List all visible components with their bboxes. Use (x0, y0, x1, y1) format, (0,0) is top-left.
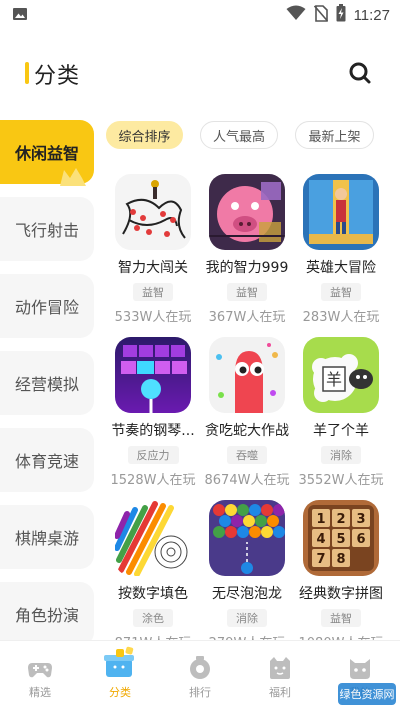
gamepad-icon (28, 663, 52, 678)
game-card[interactable]: 羊 羊了个羊 消除 3552W人在玩 (294, 337, 388, 488)
game-name: 节奏的钢琴... (111, 423, 195, 439)
game-tag: 吞噬 (227, 446, 267, 464)
filter-newest[interactable]: 最新上架 (295, 121, 374, 149)
game-tag: 消除 (321, 446, 361, 464)
status-time: 11:27 (353, 6, 390, 24)
game-name: 无尽泡泡龙 (212, 586, 282, 602)
nav-featured[interactable]: 精选 (0, 641, 80, 711)
bottom-navigation: 精选 分类 排行 福利 绿色资源网 (0, 640, 400, 711)
nav-label: 福利 (269, 686, 291, 699)
rank-medal-icon (190, 656, 210, 679)
game-card[interactable]: 1 2 3 4 5 6 7 8 经典数字拼图 益智 1080W人在玩 (294, 500, 388, 651)
no-sim-icon (313, 4, 328, 26)
game-card[interactable]: 英雄大冒险 益智 283W人在玩 (294, 174, 388, 325)
game-name: 羊了个羊 (313, 423, 369, 439)
game-card[interactable]: 贪吃蛇大作战 吞噬 8674W人在玩 (200, 337, 294, 488)
cat-ears-icon (60, 168, 86, 186)
profile-cat-icon (350, 659, 370, 679)
puzzle-tile-4: 4 (316, 532, 325, 547)
bubble-shooter-game-icon (209, 500, 285, 576)
sidebar-item-label: 动作冒险 (14, 298, 79, 317)
page-title: 分类 (34, 64, 81, 89)
puzzle-tile-5: 5 (336, 532, 345, 547)
snake-game-icon (209, 337, 285, 413)
category-sidebar: 休闲益智 飞行射击 动作冒险 经营模拟 体育竞速 棋牌桌游 角色扮演 (0, 120, 94, 640)
sidebar-item-role-playing[interactable]: 角色扮演 (0, 582, 94, 640)
color-by-number-game-icon (115, 500, 191, 576)
game-tag: 益智 (133, 283, 173, 301)
game-card[interactable]: 我的智力999 益智 367W人在玩 (200, 174, 294, 325)
title-accent-bar (25, 62, 29, 84)
game-card[interactable]: 节奏的钢琴... 反应力 1528W人在玩 (106, 337, 200, 488)
sidebar-item-label: 角色扮演 (14, 606, 79, 625)
puzzle-tile-3: 3 (356, 512, 365, 527)
sidebar-item-label: 经营模拟 (14, 375, 79, 394)
puzzle-tile-7: 7 (316, 552, 325, 567)
game-tag: 消除 (227, 609, 267, 627)
puzzle-tile-1: 1 (316, 512, 325, 527)
game-card[interactable]: 按数字填色 涂色 871W人在玩 (106, 500, 200, 651)
game-name: 英雄大冒险 (306, 260, 376, 276)
sheep-tile-text: 羊 (326, 370, 342, 389)
gift-icon (270, 657, 290, 679)
site-watermark: 绿色资源网 (338, 683, 396, 705)
nav-ranking[interactable]: 排行 (160, 641, 240, 711)
sidebar-item-label: 休闲益智 (14, 144, 79, 163)
nav-label: 分类 (109, 686, 131, 699)
nav-label: 排行 (189, 686, 211, 699)
image-icon (12, 6, 28, 26)
game-play-count: 8674W人在玩 (204, 473, 290, 488)
game-play-count: 367W人在玩 (208, 310, 286, 325)
sidebar-item-label: 体育竞速 (14, 452, 79, 471)
nav-welfare[interactable]: 福利 (240, 641, 320, 711)
game-play-count: 3552W人在玩 (298, 473, 384, 488)
app-screen: 11:27 分类 休闲益智 飞行射击 动作冒险 经营模拟 体育竞速 棋牌桌游 角… (0, 0, 400, 711)
game-name: 按数字填色 (118, 586, 188, 602)
filter-comprehensive[interactable]: 综合排序 (106, 121, 183, 149)
game-tag: 益智 (321, 609, 361, 627)
wifi-icon (286, 5, 306, 25)
game-play-count: 283W人在玩 (302, 310, 380, 325)
page-header: 分类 (0, 50, 400, 94)
puzzle-tile-8: 8 (336, 552, 345, 567)
sidebar-item-label: 飞行射击 (14, 221, 79, 240)
game-name: 贪吃蛇大作战 (205, 423, 289, 439)
pig-puzzle-game-icon (209, 174, 285, 250)
sidebar-item-board-card[interactable]: 棋牌桌游 (0, 505, 94, 569)
game-play-count: 533W人在玩 (114, 310, 192, 325)
sidebar-item-sports-racing[interactable]: 体育竞速 (0, 428, 94, 492)
sidebar-item-casual-puzzle[interactable]: 休闲益智 (0, 120, 94, 186)
battery-charging-icon (336, 4, 346, 26)
status-bar: 11:27 (0, 0, 400, 28)
sidebar-item-label: 棋牌桌游 (14, 529, 79, 548)
sidebar-item-business-sim[interactable]: 经营模拟 (0, 351, 94, 415)
sidebar-item-action-adventure[interactable]: 动作冒险 (0, 274, 94, 338)
puzzle-tile-2: 2 (336, 512, 345, 527)
game-tag: 益智 (227, 283, 267, 301)
game-card[interactable]: 无尽泡泡龙 消除 279W人在玩 (200, 500, 294, 651)
nav-label: 精选 (29, 686, 51, 699)
game-name: 我的智力999 (205, 260, 289, 276)
game-tag: 反应力 (127, 446, 179, 464)
game-name: 经典数字拼图 (299, 586, 383, 602)
search-icon[interactable] (348, 61, 372, 85)
game-card[interactable]: 智力大闯关 益智 533W人在玩 (106, 174, 200, 325)
maze-game-icon (115, 174, 191, 250)
game-tag: 涂色 (133, 609, 173, 627)
game-name: 智力大闯关 (118, 260, 188, 276)
puzzle-tile-6: 6 (356, 532, 365, 547)
filter-most-popular[interactable]: 人气最高 (200, 121, 278, 149)
game-tag: 益智 (321, 283, 361, 301)
number-puzzle-game-icon: 1 2 3 4 5 6 7 8 (303, 500, 379, 576)
hero-adventure-game-icon (303, 174, 379, 250)
sidebar-item-flight-shooting[interactable]: 飞行射击 (0, 197, 94, 261)
game-play-count: 1528W人在玩 (110, 473, 196, 488)
category-box-icon (104, 646, 134, 677)
sheep-game-icon: 羊 (303, 337, 379, 413)
piano-rhythm-game-icon (115, 337, 191, 413)
nav-category[interactable]: 分类 (80, 641, 160, 711)
